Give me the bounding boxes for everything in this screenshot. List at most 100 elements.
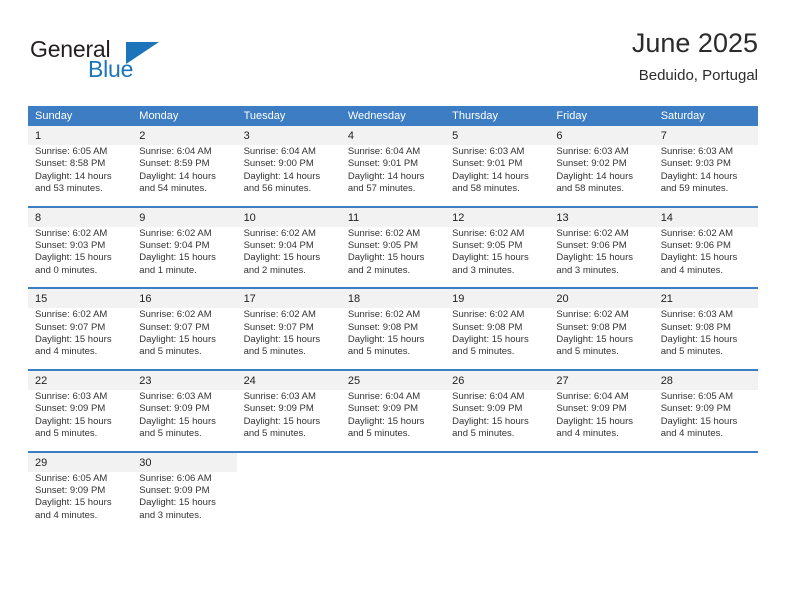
day-number-cell[interactable]: 21 [653,287,758,309]
day-number-cell[interactable]: 20 [549,287,654,309]
sunset-text: Sunset: 9:08 PM [660,321,731,333]
day-details-cell: Sunrise: 6:03 AM Sunset: 9:01 PM Daylight:… [445,145,550,207]
sunset-text: Sunset: 9:03 PM [35,240,106,252]
day-number-cell[interactable]: 3 [236,126,341,145]
sunset-text: Sunset: 9:07 PM [139,321,210,333]
day-number-cell[interactable]: 11 [340,205,446,227]
day-number-cell[interactable]: 23 [132,368,237,390]
daylight-1-text: Daylight: 15 hours [660,415,738,427]
day-number-cell[interactable]: 18 [340,287,446,309]
day-details-cell: Sunrise: 6:03 AM Sunset: 9:09 PM Daylight:… [132,389,237,452]
daylight-1-text: Daylight: 15 hours [660,252,738,264]
daylight-1-text: Daylight: 15 hours [452,415,529,427]
day-number-cell[interactable]: 26 [445,368,550,390]
daylight-2-text: and 5 minutes. [139,428,202,440]
sunset-text: Sunset: 9:06 PM [556,240,627,252]
day-number-cell[interactable]: 7 [653,126,758,145]
sunrise-text: Sunrise: 6:04 AM [347,390,421,402]
daylight-1-text: Daylight: 14 hours [243,170,321,182]
sunrise-text: Sunrise: 6:04 AM [452,390,525,402]
sunrise-text: Sunrise: 6:02 AM [139,227,212,239]
sunset-text: Sunset: 9:09 PM [139,484,210,496]
day-cell-empty [549,471,654,533]
day-number-cell[interactable]: 1 [28,126,133,145]
column-header-monday: Monday [132,106,237,126]
day-number-cell[interactable]: 13 [549,205,654,227]
day-details-cell: Sunrise: 6:02 AM Sunset: 9:07 PM Daylight:… [132,308,237,370]
daylight-2-text: and 5 minutes. [660,346,724,358]
sunset-text: Sunset: 9:01 PM [452,158,523,170]
day-cell-empty [653,471,758,533]
day-number-cell[interactable]: 10 [236,205,341,227]
sunset-text: Sunset: 9:03 PM [660,158,731,170]
daylight-2-text: and 5 minutes. [347,428,411,440]
day-details-cell: Sunrise: 6:06 AM Sunset: 9:09 PM Daylight:… [132,471,237,533]
day-cell-empty [445,450,550,472]
daylight-1-text: Daylight: 15 hours [35,415,112,427]
day-details-cell: Sunrise: 6:02 AM Sunset: 9:06 PM Daylight:… [653,226,758,289]
day-number-cell[interactable]: 17 [236,287,341,309]
daylight-1-text: Daylight: 14 hours [660,170,738,182]
calendar-header-row: Sunday Monday Tuesday Wednesday Thursday Frid… [28,106,758,126]
week-details-row: Sunrise: 6:03 AM Sunset: 9:09 PM Daylight:… [28,389,758,452]
sunset-text: Sunset: 8:58 PM [35,158,106,170]
day-number-cell[interactable]: 9 [132,205,237,227]
day-number-cell[interactable]: 15 [28,287,133,309]
daylight-2-text: and 56 minutes. [243,183,312,195]
day-number-cell[interactable]: 24 [236,368,341,390]
sunset-text: Sunset: 9:09 PM [556,403,627,415]
sunrise-text: Sunrise: 6:03 AM [660,309,734,321]
sunset-text: Sunset: 9:00 PM [243,158,314,170]
column-header-tuesday: Tuesday [236,106,341,126]
day-number-cell[interactable]: 12 [445,205,550,227]
daylight-1-text: Daylight: 15 hours [139,415,216,427]
daylight-2-text: and 3 minutes. [452,264,515,276]
sunrise-text: Sunrise: 6:02 AM [35,227,108,239]
week-daynumber-row: 29 30 [28,450,758,472]
day-number-cell[interactable]: 5 [445,126,550,145]
day-number-cell[interactable]: 30 [132,450,237,472]
day-details-cell: Sunrise: 6:04 AM Sunset: 9:09 PM Daylight:… [549,389,654,452]
sunrise-text: Sunrise: 6:03 AM [243,390,316,402]
day-details-cell: Sunrise: 6:02 AM Sunset: 9:08 PM Daylight:… [549,308,654,370]
daylight-2-text: and 4 minutes. [556,428,619,440]
week-details-row: Sunrise: 6:05 AM Sunset: 8:58 PM Daylight:… [28,145,758,207]
day-details-cell: Sunrise: 6:02 AM Sunset: 9:05 PM Daylight:… [445,226,550,289]
general-blue-logo[interactable]: General Blue [28,36,208,92]
day-number-cell[interactable]: 14 [653,205,758,227]
daylight-1-text: Daylight: 14 hours [347,170,425,182]
day-cell-empty [340,450,446,472]
day-number-cell[interactable]: 4 [340,126,446,145]
day-number-cell[interactable]: 2 [132,126,237,145]
week-daynumber-row: 15 16 17 18 19 20 21 [28,287,758,309]
logo-text-blue: Blue [88,56,134,82]
sunset-text: Sunset: 9:07 PM [243,321,314,333]
daylight-1-text: Daylight: 15 hours [139,497,216,509]
day-cell-empty [236,450,341,472]
daylight-2-text: and 5 minutes. [243,428,306,440]
sunset-text: Sunset: 9:09 PM [243,403,314,415]
daylight-2-text: and 5 minutes. [452,346,515,358]
day-number-cell[interactable]: 29 [28,450,133,472]
sunrise-text: Sunrise: 6:03 AM [556,146,629,157]
day-number-cell[interactable]: 19 [445,287,550,309]
daylight-2-text: and 3 minutes. [556,264,619,276]
day-number-cell[interactable]: 8 [28,205,133,227]
day-number-cell[interactable]: 27 [549,368,654,390]
page-header: General Blue June 2025 Beduido, Portugal [28,26,758,98]
day-details-cell: Sunrise: 6:02 AM Sunset: 9:04 PM Daylight:… [132,226,237,289]
day-number-cell[interactable]: 6 [549,126,654,145]
week-details-row: Sunrise: 6:05 AM Sunset: 9:09 PM Daylight:… [28,471,758,533]
day-cell-empty [236,471,341,533]
sunrise-text: Sunrise: 6:02 AM [139,309,212,321]
day-number-cell[interactable]: 25 [340,368,446,390]
daylight-2-text: and 2 minutes. [243,264,306,276]
day-number-cell[interactable]: 16 [132,287,237,309]
daylight-1-text: Daylight: 15 hours [139,334,216,346]
daylight-2-text: and 5 minutes. [243,346,306,358]
day-details-cell: Sunrise: 6:04 AM Sunset: 9:09 PM Daylight:… [445,389,550,452]
day-number-cell[interactable]: 28 [653,368,758,390]
day-number-cell[interactable]: 22 [28,368,133,390]
daylight-1-text: Daylight: 14 hours [139,170,216,182]
day-details-cell: Sunrise: 6:04 AM Sunset: 9:01 PM Daylight:… [340,145,446,207]
